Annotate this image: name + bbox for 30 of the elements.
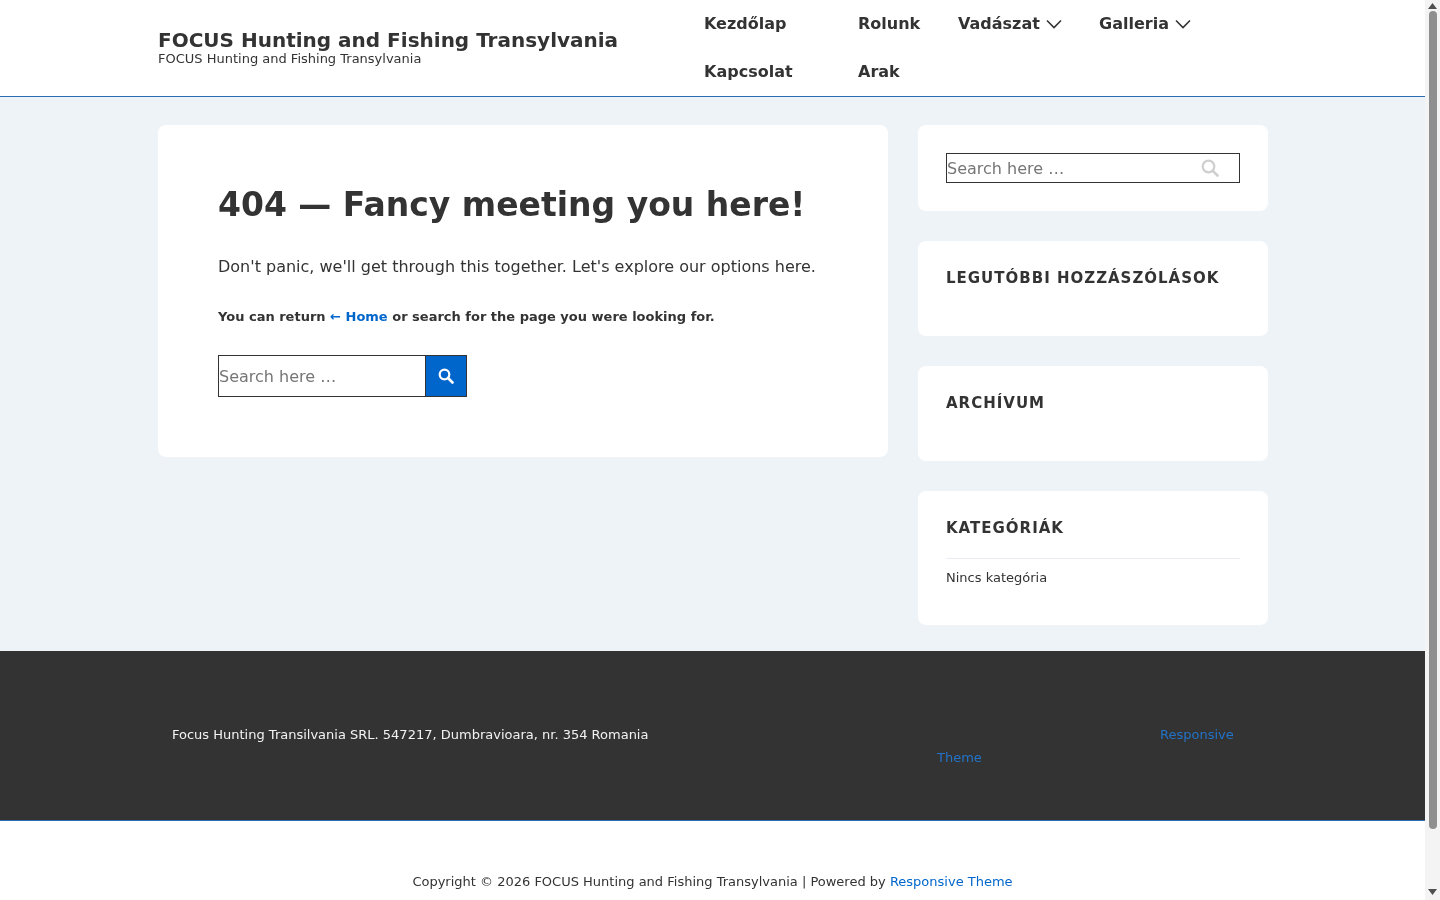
widget-title: KATEGÓRIÁK bbox=[946, 519, 1065, 538]
category-link[interactable]: Nincs kategória bbox=[946, 570, 1048, 585]
return-text: You can return ← Home or search for the page you were looking for. bbox=[218, 308, 716, 326]
scrollbar-thumb[interactable] bbox=[1428, 11, 1437, 829]
chevron-down-icon bbox=[1045, 19, 1062, 29]
search-icon bbox=[438, 368, 454, 384]
nav-link[interactable]: Arak bbox=[858, 62, 900, 82]
nav-link[interactable]: Kapcsolat bbox=[704, 62, 793, 82]
search-field[interactable]: Search here … bbox=[218, 355, 425, 397]
search-button[interactable] bbox=[425, 355, 467, 397]
scroll-down-icon[interactable] bbox=[1428, 889, 1437, 895]
nav-link[interactable]: Kezdőlap bbox=[704, 14, 787, 34]
nav-link[interactable]: Rolunk bbox=[858, 14, 921, 34]
site-tagline: FOCUS Hunting and Fishing Transylvania bbox=[158, 52, 423, 66]
widget-title: ARCHÍVUM bbox=[946, 394, 1047, 413]
widget-title: LEGUTÓBBI HOZZÁSZÓLÁSOK bbox=[946, 269, 1221, 288]
scroll-up-icon[interactable] bbox=[1428, 3, 1437, 9]
scrollbar[interactable] bbox=[1425, 0, 1440, 900]
home-link[interactable]: ← Home bbox=[330, 309, 388, 324]
nav-link[interactable]: Galleria bbox=[1099, 14, 1191, 34]
footer-address: Focus Hunting Transilvania SRL. 547217, Dumbravioara, nr. 354 Romania bbox=[172, 726, 650, 744]
search-icon bbox=[1201, 159, 1219, 177]
search-field[interactable]: Search here … bbox=[946, 153, 1240, 183]
chevron-down-icon bbox=[1174, 19, 1191, 29]
theme-link[interactable]: Responsive Theme bbox=[889, 874, 1013, 889]
page-title: 404 — Fancy meeting you here! bbox=[218, 185, 807, 225]
nav-link[interactable]: Vadászat bbox=[958, 14, 1062, 34]
intro-text: Don't panic, we'll get through this together. Let's explore our options here. bbox=[218, 256, 817, 278]
copyright-text: Copyright © 2026 FOCUS Hunting and Fishing Transylvania | Powered by Responsive Theme bbox=[412, 873, 1013, 891]
site-title[interactable]: FOCUS Hunting and Fishing Transylvania bbox=[158, 28, 704, 52]
